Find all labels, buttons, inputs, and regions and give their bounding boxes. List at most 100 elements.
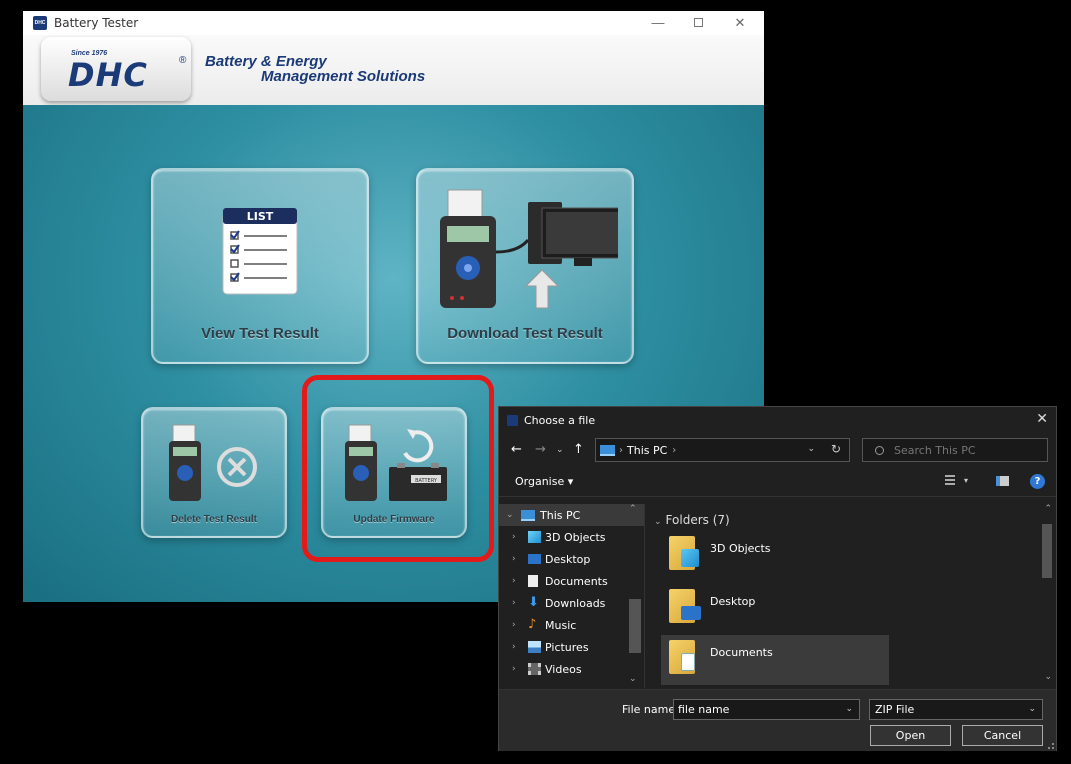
cube-icon [528,531,541,543]
delete-test-result-button[interactable]: Delete Test Result [141,407,287,538]
this-pc-icon [521,509,535,521]
chevron-right-icon[interactable]: › [512,532,516,542]
breadcrumb-separator[interactable]: › [672,445,676,456]
tester-to-pc-icon [440,189,618,309]
dialog-footer: File name: ⌄ ZIP File ⌄ Open Cancel [499,689,1056,751]
chevron-right-icon[interactable]: › [512,554,516,564]
folders-group-label: Folders (7) [665,513,730,527]
desktop-icon [528,554,541,564]
search-box[interactable] [862,438,1048,462]
nav-scrollbar-thumb[interactable] [629,599,641,653]
chevron-right-icon[interactable]: › [512,598,516,608]
view-options-dropdown-icon[interactable]: ▾ [964,476,968,485]
back-arrow-icon[interactable]: ← [511,442,522,457]
nav-item-videos[interactable]: › Videos [499,658,644,680]
breadcrumb-separator[interactable]: › [619,445,623,456]
search-input[interactable] [894,443,1034,457]
nav-item-this-pc[interactable]: ⌄ This PC [499,504,644,526]
app-header: Since 1976 DHC ® Battery & Energy Manage… [23,35,764,105]
nav-item-label: Music [545,618,577,632]
dialog-close-button[interactable]: ✕ [1036,411,1048,427]
nav-item-label: Desktop [545,552,591,566]
filename-input[interactable] [678,703,838,716]
dialog-title: Choose a file [524,413,596,427]
chevron-right-icon[interactable]: › [512,576,516,586]
delete-test-result-label: Delete Test Result [171,514,257,525]
folder-label: 3D Objects [710,542,771,555]
preview-pane-icon[interactable] [996,476,1009,486]
chevron-down-icon[interactable]: ⌄ [506,510,514,520]
forward-arrow-icon[interactable]: → [535,442,546,457]
maximize-button[interactable] [678,14,718,32]
nav-item-music[interactable]: › ♪ Music [499,614,644,636]
nav-item-desktop[interactable]: › Desktop [499,548,644,570]
refresh-icon[interactable]: ↻ [831,442,841,456]
folder-desktop[interactable]: Desktop [661,584,889,634]
file-dialog: Choose a file ✕ ← → ⌄ ↑ › This PC › ⌄ ↻ … [498,406,1057,751]
resize-grip-icon[interactable] [1048,743,1054,749]
nav-item-label: Videos [545,662,582,676]
chevron-down-icon[interactable]: ⌄ [654,517,662,527]
nav-item-downloads[interactable]: › ⬇ Downloads [499,592,644,614]
open-button[interactable]: Open [870,725,951,746]
filename-combobox[interactable]: ⌄ [673,699,860,720]
chevron-right-icon[interactable]: › [512,620,516,630]
dialog-command-bar: Organise ▾ ▾ ? [499,467,1056,497]
view-test-result-label: View Test Result [201,325,319,342]
app-title: Battery Tester [54,16,139,30]
close-button[interactable]: ✕ [720,14,760,32]
nav-item-label: Documents [545,574,608,588]
folder-documents[interactable]: Documents [661,635,889,685]
filename-label: File name: [622,703,679,716]
nav-item-3d-objects[interactable]: › 3D Objects [499,526,644,548]
file-list: ⌄ Folders (7) 3D Objects Desktop Document… [646,504,1056,688]
minimize-button[interactable]: — [638,14,678,32]
filetype-select[interactable]: ZIP File ⌄ [869,699,1043,720]
breadcrumb-this-pc[interactable]: This PC [627,444,667,457]
scroll-down-icon[interactable]: ⌄ [1044,672,1052,682]
help-icon[interactable]: ? [1030,474,1045,489]
app-logo-icon: DHC [33,16,47,30]
nav-item-documents[interactable]: › Documents [499,570,644,592]
document-icon [681,653,695,671]
scroll-up-icon[interactable]: ⌃ [1044,504,1052,514]
folder-3d-objects[interactable]: 3D Objects [661,531,889,581]
dhc-logo: Since 1976 DHC ® [41,37,191,101]
dialog-titlebar: Choose a file ✕ [499,407,1056,433]
film-icon [528,663,541,675]
view-test-result-button[interactable]: LIST View Test Result [151,168,369,364]
desktop-icon [681,606,701,620]
picture-icon [528,641,541,653]
tagline-line2: Management Solutions [261,68,426,85]
nav-item-label: Pictures [545,640,589,654]
folder-label: Desktop [710,595,756,608]
scroll-down-icon[interactable]: ⌄ [629,674,637,684]
list-icon-text: LIST [247,210,274,223]
dialog-nav-bar: ← → ⌄ ↑ › This PC › ⌄ ↻ [499,433,1056,467]
cancel-button[interactable]: Cancel [962,725,1043,746]
download-test-result-button[interactable]: Download Test Result [416,168,634,364]
nav-item-label: This PC [540,508,581,522]
nav-item-pictures[interactable]: › Pictures [499,636,644,658]
download-test-result-label: Download Test Result [447,325,603,342]
app-titlebar: DHC Battery Tester — ✕ [23,11,764,35]
organise-menu[interactable]: Organise ▾ [515,475,573,488]
up-arrow-icon[interactable]: ↑ [573,442,584,457]
scroll-up-icon[interactable]: ⌃ [629,504,637,514]
folders-group-header[interactable]: ⌄ Folders (7) [654,513,730,527]
chevron-right-icon[interactable]: › [512,642,516,652]
this-pc-icon [600,444,615,456]
chevron-right-icon[interactable]: › [512,664,516,674]
chevron-down-icon[interactable]: ⌄ [1028,704,1036,714]
folder-label: Documents [710,646,773,659]
content-scrollbar-thumb[interactable] [1042,524,1052,578]
chevron-down-icon[interactable]: ⌄ [845,704,853,714]
address-bar[interactable]: › This PC › ⌄ ↻ [595,438,850,462]
address-dropdown-icon[interactable]: ⌄ [807,444,815,454]
change-view-icon[interactable] [945,475,955,487]
logo-brand: DHC [68,56,148,94]
maximize-icon [693,18,703,27]
nav-item-label: 3D Objects [545,530,606,544]
nav-item-label: Downloads [545,596,606,610]
recent-locations-chevron-icon[interactable]: ⌄ [556,445,564,455]
